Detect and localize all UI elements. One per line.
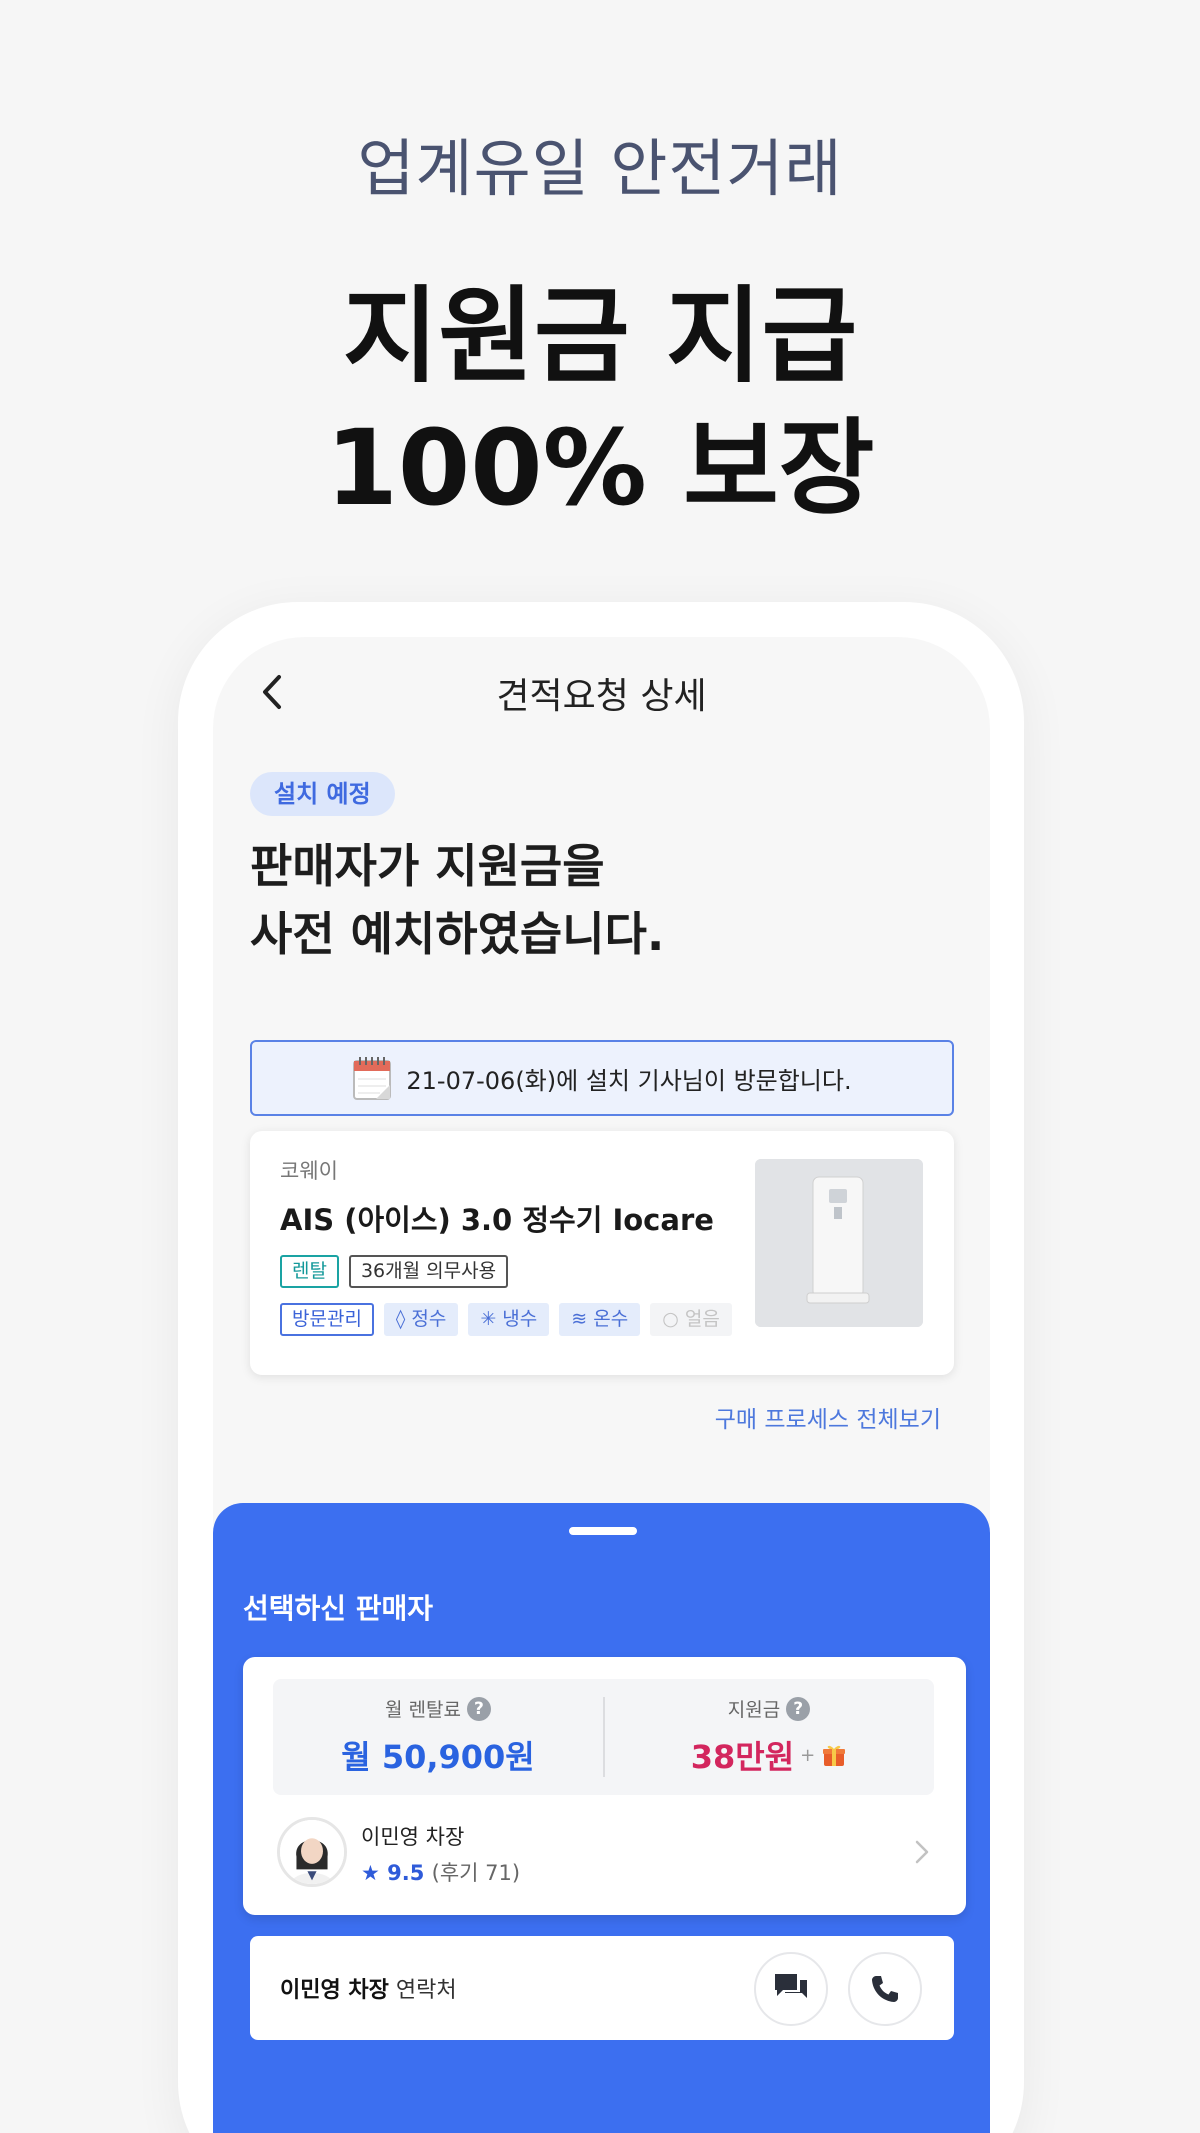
headline-line2: 사전 예치하였습니다. [250,907,665,961]
page-title: 견적요청 상세 [496,676,707,717]
feature-label: 얼음 [684,1308,720,1330]
rental-value: 월 50,900원 [341,1738,535,1776]
status-headline: 판매자가 지원금을 사전 예치하였습니다. [250,832,664,968]
contact-card: 이민영 차장 연락처 [250,1936,954,2040]
tag-feature-hot: ≋ 온수 [559,1303,641,1336]
seller-name: 이민영 차장 [361,1825,465,1849]
subsidy-row: 38만원 + [604,1732,934,1778]
star-icon: ★ [361,1861,380,1885]
call-button[interactable] [848,1952,922,2026]
product-card[interactable]: 코웨이 AIS (아이스) 3.0 정수기 Iocare 렌탈 36개월 의무사… [250,1131,954,1375]
price-summary: 월 렌탈료? 월 50,900원 지원금? 38만원 + [273,1679,934,1795]
tag-rental: 렌탈 [280,1255,339,1288]
feature-label: 온수 [593,1308,629,1330]
tag-contract: 36개월 의무사용 [348,1255,509,1288]
chevron-right-icon[interactable] [912,1837,932,1867]
tag-visit-management: 방문관리 [280,1303,374,1336]
avatar [277,1817,347,1887]
heat-icon: ≋ [571,1308,588,1330]
feature-label: 냉수 [502,1308,538,1330]
product-tags: 렌탈 36개월 의무사용 [280,1255,509,1288]
chat-button[interactable] [754,1952,828,2026]
tag-feature-cold: ✳ 냉수 [468,1303,550,1336]
help-icon[interactable]: ? [786,1696,811,1721]
tag-feature-purified: ◊ 정수 [383,1303,459,1336]
phone-icon [872,1976,898,2002]
subsidy: 지원금? 38만원 + [604,1695,934,1778]
rating-score: 9.5 [387,1861,425,1885]
install-notice: 21-07-06(화)에 설치 기사님이 방문합니다. [250,1040,954,1116]
rental-label: 월 렌탈료 [385,1699,461,1721]
drop-icon: ◊ [395,1308,406,1330]
calendar-icon [353,1057,392,1100]
water-purifier-image [755,1159,923,1327]
contact-suffix: 연락처 [395,1978,457,2003]
contact-name: 이민영 차장 [280,1978,389,2003]
tag-feature-ice-disabled: ○ 얼음 [650,1303,732,1336]
headline-line1: 판매자가 지원금을 [250,839,605,893]
hero-subtitle: 업계유일 안전거래 [357,132,843,205]
hero-title: 지원금 지급 100% 보장 [0,270,1200,534]
feature-label: 정수 [411,1308,447,1330]
subsidy-value: 38만원 [690,1738,795,1776]
review-count: (후기 71) [431,1861,521,1885]
ice-icon: ○ [662,1308,679,1330]
help-icon[interactable]: ? [466,1696,491,1721]
process-link[interactable]: 구매 프로세스 전체보기 [715,1400,941,1434]
app-screen: 견적요청 상세 설치 예정 판매자가 지원금을 사전 예치하였습니다. 21-0… [213,637,990,2133]
chat-icon [775,1974,807,1998]
snowflake-icon: ✳ [480,1308,497,1330]
product-brand: 코웨이 [280,1159,338,1183]
status-badge: 설치 예정 [250,772,395,816]
gift-icon [823,1745,846,1766]
subsidy-label: 지원금 [727,1699,781,1721]
product-name: AIS (아이스) 3.0 정수기 Iocare [280,1203,714,1237]
sheet-handle[interactable] [569,1527,637,1535]
plus-sign: + [800,1744,816,1766]
feature-tags: 방문관리 ◊ 정수 ✳ 냉수 ≋ 온수 ○ 얼음 [280,1303,732,1336]
sheet-title: 선택하신 판매자 [243,1592,434,1625]
seller-rating: ★ 9.5 (후기 71) [361,1857,520,1887]
hero-title-line2: 100% 보장 [325,407,875,529]
notice-text: 21-07-06(화)에 설치 기사님이 방문합니다. [406,1066,852,1095]
contact-label: 이민영 차장 연락처 [280,1972,457,2004]
bottom-sheet: 선택하신 판매자 월 렌탈료? 월 50,900원 지원금? 38만원 + 이민… [213,1503,990,2133]
rental-fee: 월 렌탈료? 월 50,900원 [273,1695,603,1778]
hero-title-line1: 지원금 지급 [342,275,858,397]
seller-card[interactable]: 월 렌탈료? 월 50,900원 지원금? 38만원 + 이민영 차장 ★ 9.… [243,1657,966,1915]
